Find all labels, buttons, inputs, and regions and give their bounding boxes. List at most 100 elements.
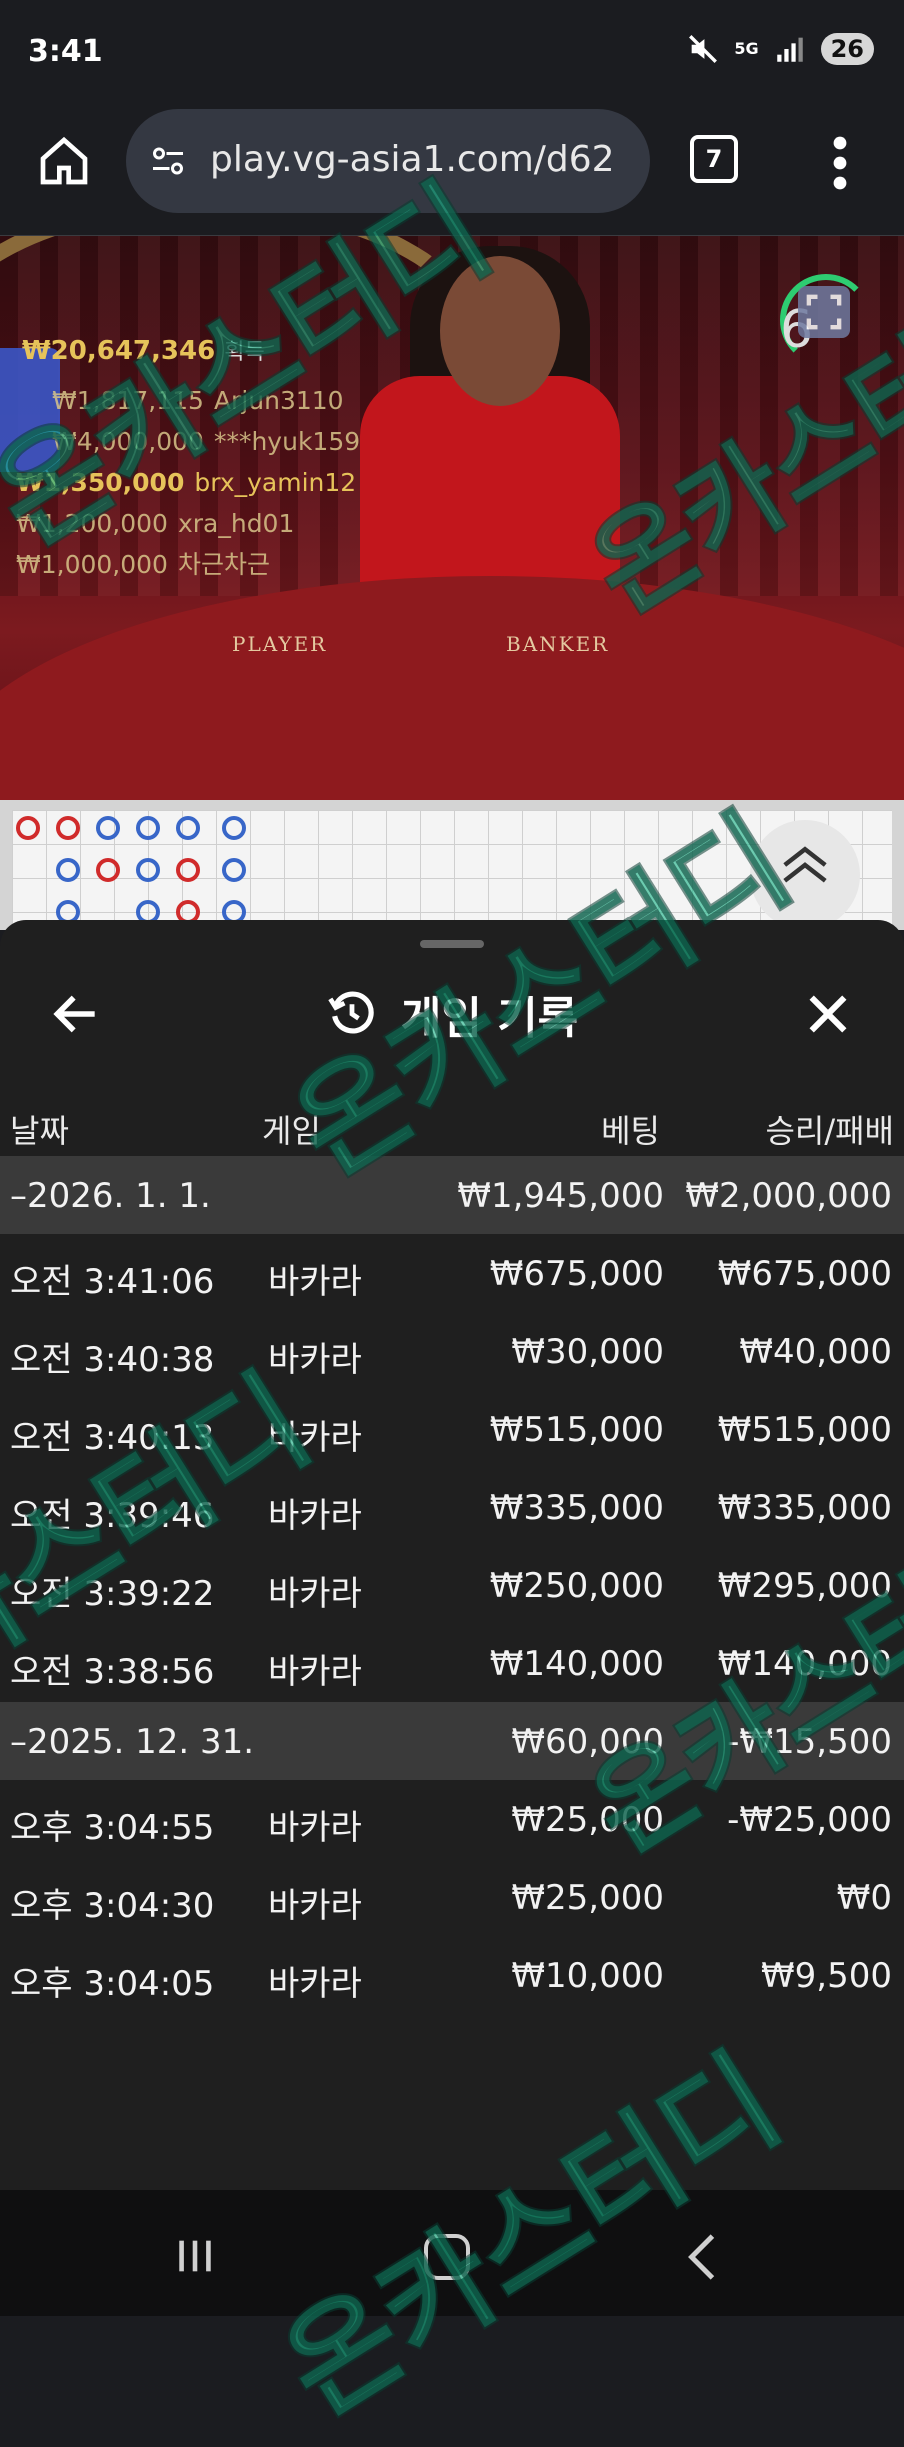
home-button-icon[interactable] [424,2234,470,2280]
total-winnings: ₩20,647,346 획득 [22,334,265,366]
history-bet-cell: ₩250,000 [489,1566,664,1606]
history-win-loss-cell: ₩40,000 [739,1332,892,1372]
history-icon [328,991,374,1034]
status-time: 3:41 [28,34,103,69]
recent-apps-icon[interactable] [172,2236,218,2276]
banker-bead [176,858,200,882]
site-settings-icon[interactable] [148,143,188,179]
table-row: 오전 3:40:38 바카라 ₩30,000 ₩40,000 [0,1312,904,1390]
history-table-header: 날짜 게임 베팅 승리/패배 [0,1096,904,1156]
address-bar[interactable]: play.vg-asia1.com/d62 [126,109,650,213]
history-date-cell: 오후 3:04:30 [10,1886,215,1926]
banker-label: BANKER [506,632,610,656]
history-game-cell: 바카라 [268,1574,362,1614]
table-row: 오전 3:41:06 바카라 ₩675,000 ₩675,000 [0,1234,904,1312]
winner-row: ₩4,000,000 ***hyuk159 [16,421,360,462]
mute-icon [689,35,718,63]
winner-name: Arjun3110 [213,386,344,415]
table-row: 오전 3:39:22 바카라 ₩250,000 ₩295,000 [0,1546,904,1624]
player-bead [56,858,80,882]
history-bet-cell: ₩335,000 [489,1488,664,1528]
history-win-loss-cell: ₩675,000 [717,1254,892,1294]
player-label: PLAYER [232,632,328,656]
sheet-drag-handle[interactable] [420,940,484,948]
history-bet-cell: ₩140,000 [489,1644,664,1684]
winner-name: xra_hd01 [177,509,295,538]
history-game-cell: 바카라 [268,1652,362,1692]
winner-row: ₩1,817,115 Arjun3110 [16,380,360,421]
banker-bead [16,816,40,840]
banker-bead [96,858,120,882]
history-bet-cell: ₩60,000 [511,1722,664,1762]
winner-row: ₩1,200,000 xra_hd01 [16,503,360,544]
history-bet-cell: ₩25,000 [511,1878,664,1918]
history-date-cell: 오전 3:40:38 [10,1340,215,1380]
history-date-cell: 오전 3:41:06 [10,1262,215,1302]
history-win-loss-cell: -₩15,500 [727,1722,892,1762]
history-game-cell: 바카라 [268,1262,362,1302]
player-bead [222,816,246,840]
history-date-cell: 오후 3:04:05 [10,1964,215,2004]
history-table-body: –2026. 1. 1. ₩1,945,000 ₩2,000,000 오전 3:41:… [0,1156,904,2014]
total-winnings-amount: ₩20,647,346 [22,336,216,366]
winner-amount: ₩1,200,000 [16,509,168,538]
column-header-bet: 베팅 [601,1112,660,1150]
date-group-row: –2025. 12. 31. ₩60,000 -₩15,500 [0,1702,904,1780]
battery-indicator: 26 [820,33,874,65]
status-icons: 5G 26 [686,32,874,66]
tab-switcher-button[interactable]: 7 [690,135,738,183]
bead-road-board[interactable] [0,800,904,930]
table-row: 오전 3:40:13 바카라 ₩515,000 ₩515,000 [0,1390,904,1468]
total-winnings-suffix: 획득 [224,340,265,365]
chevron-up-icon [783,846,827,883]
winner-amount: ₩1,817,115 [52,386,204,415]
more-options-icon[interactable] [830,133,850,193]
network-label: 5G [734,39,759,58]
history-win-loss-cell: ₩295,000 [717,1566,892,1606]
live-dealer-video[interactable]: PLAYER BANKER ₩20,647,346 획득 ₩1,817,115 A… [0,236,904,800]
home-icon[interactable] [36,133,92,189]
history-bet-cell: ₩30,000 [511,1332,664,1372]
table-row: 오전 3:39:46 바카라 ₩335,000 ₩335,000 [0,1468,904,1546]
expand-roads-button[interactable] [750,820,860,930]
winners-list: ₩1,817,115 Arjun3110 ₩4,000,000 ***hyuk159… [16,380,360,585]
column-header-date: 날짜 [10,1112,69,1150]
history-win-loss-cell: ₩9,500 [761,1956,892,1996]
history-bet-cell: ₩515,000 [489,1410,664,1450]
nav-back-icon[interactable] [684,2232,720,2282]
sheet-title: 게임 기록 [400,993,579,1044]
winner-amount: ₩1,000,000 [16,550,168,579]
game-history-sheet: 게임 기록 날짜 게임 베팅 승리/패배 –2026. 1. 1. ₩1,945,… [0,920,904,2190]
history-win-loss-cell: ₩2,000,000 [685,1176,892,1216]
table-row: 오후 3:04:05 바카라 ₩10,000 ₩9,500 [0,1936,904,2014]
winner-row: ₩1,000,000 차근차근 [16,544,360,585]
player-bead [136,858,160,882]
fullscreen-icon[interactable] [798,286,850,338]
url-text: play.vg-asia1.com/d62 [210,139,615,180]
date-group-row: –2026. 1. 1. ₩1,945,000 ₩2,000,000 [0,1156,904,1234]
player-bead [222,858,246,882]
winner-amount: ₩4,000,000 [52,427,204,456]
close-icon[interactable] [800,986,856,1042]
player-bead [136,816,160,840]
dealer-head [440,256,560,406]
signal-icon [776,37,803,62]
banker-bead [56,816,80,840]
history-date-cell: 오전 3:39:22 [10,1574,215,1614]
history-win-loss-cell: ₩335,000 [717,1488,892,1528]
table-row: 오후 3:04:55 바카라 ₩25,000 -₩25,000 [0,1780,904,1858]
sheet-header: 게임 기록 [0,982,904,1046]
history-game-cell: 바카라 [268,1496,362,1536]
winner-name: brx_yamin12 [194,468,357,497]
history-win-loss-cell: ₩140,000 [717,1644,892,1684]
column-header-win-loss: 승리/패배 [765,1112,894,1150]
player-bead [96,816,120,840]
history-date-cell: 오전 3:39:46 [10,1496,215,1536]
history-bet-cell: ₩10,000 [511,1956,664,1996]
history-win-loss-cell: ₩0 [836,1878,892,1918]
history-game-cell: 바카라 [268,1418,362,1458]
history-win-loss-cell: -₩25,000 [727,1800,892,1840]
winner-row: ₩1,350,000 brx_yamin12 [16,462,360,503]
browser-toolbar: play.vg-asia1.com/d62 7 [0,105,904,236]
history-win-loss-cell: ₩515,000 [717,1410,892,1450]
